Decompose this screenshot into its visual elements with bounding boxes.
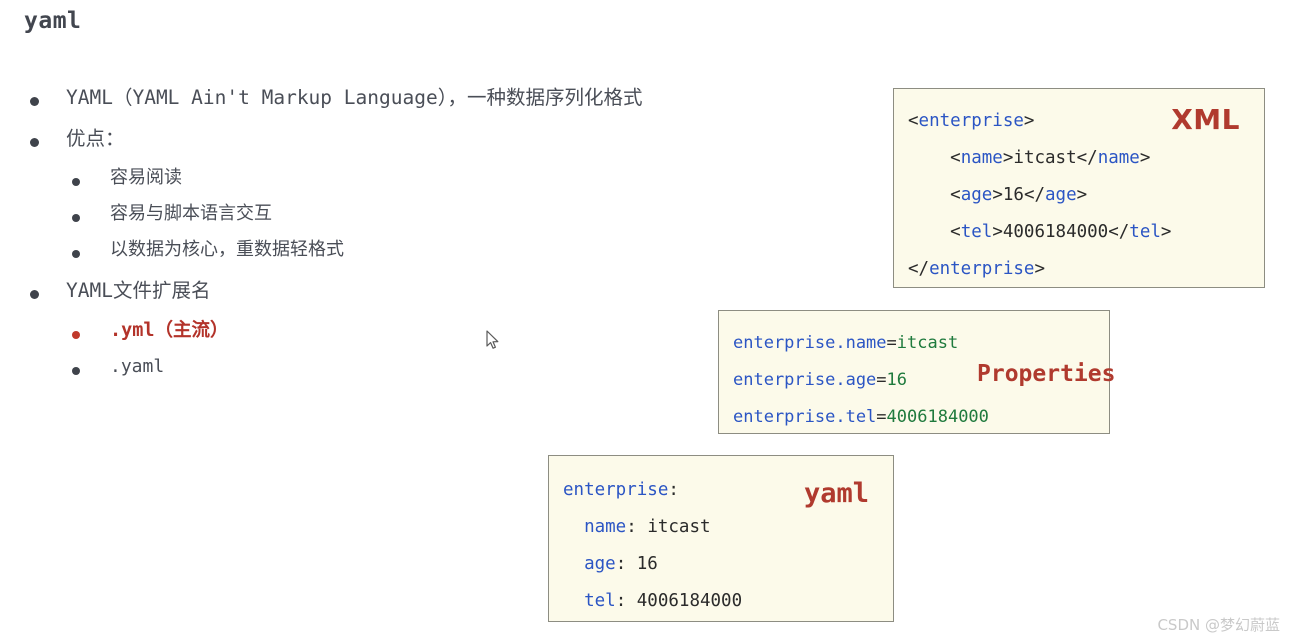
- list-item: YAML（YAML Ain't Markup Language），一种数据序列化…: [0, 88, 860, 108]
- code-line: age: 16: [584, 554, 658, 574]
- bullet-dot-icon: [30, 137, 39, 147]
- bullet-dot-icon: [30, 290, 39, 299]
- close-tag: </name>: [1076, 148, 1151, 168]
- list-item-label: YAML（YAML Ain't Markup Language），一种数据序列化…: [66, 86, 643, 109]
- properties-code-card: Properties enterprise.name=itcast enterp…: [718, 310, 1115, 434]
- yaml-code-card: yaml enterprise: name: itcast age: 16 te…: [548, 455, 894, 622]
- close-tag: </tel>: [1108, 222, 1172, 242]
- page-title: yaml: [24, 8, 82, 34]
- xml-code-card: XML <enterprise> <name>itcast</name> <ag…: [893, 88, 1265, 288]
- list-item-label: 容易与脚本语言交互: [110, 203, 272, 224]
- list-item-label: 以数据为核心，重数据轻格式: [110, 239, 344, 260]
- bullet-dot-icon: [72, 367, 80, 375]
- bullet-dot-icon: [72, 178, 80, 186]
- code-line: <tel>4006184000</tel>: [950, 222, 1172, 242]
- code-line: </enterprise>: [908, 259, 1045, 279]
- close-tag: </age>: [1023, 185, 1088, 205]
- bullet-dot-red-icon: [72, 330, 80, 339]
- list-item-label: 容易阅读: [110, 167, 182, 188]
- bullet-dot-icon: [30, 97, 39, 106]
- list-item-label: 优点：: [66, 126, 125, 150]
- code-line: enterprise.name=itcast: [733, 333, 959, 353]
- code-line: tel: 4006184000: [584, 591, 743, 611]
- code-line: <age>16</age>: [950, 185, 1088, 205]
- list-item: 容易阅读: [0, 169, 860, 187]
- code-line: name: itcast: [584, 517, 711, 537]
- sublist-advantages: 容易阅读 容易与脚本语言交互 以数据为核心，重数据轻格式: [0, 169, 860, 259]
- list-item: 以数据为核心，重数据轻格式: [0, 241, 860, 259]
- properties-card-label: Properties: [977, 361, 1116, 387]
- list-item: YAML文件扩展名: [0, 281, 860, 301]
- list-item-label: YAML文件扩展名: [66, 279, 211, 302]
- list-item: 优点：: [0, 126, 860, 150]
- code-line: enterprise.tel=4006184000: [733, 407, 989, 427]
- bullet-dot-icon: [72, 214, 80, 222]
- list-item: 容易与脚本语言交互: [0, 205, 860, 223]
- bullet-dot-icon: [72, 250, 80, 258]
- code-line: <name>itcast</name>: [950, 148, 1151, 168]
- yaml-card-label: yaml: [803, 478, 869, 509]
- xml-card-label: XML: [1171, 103, 1240, 136]
- watermark: CSDN @梦幻蔚蓝: [1157, 616, 1280, 634]
